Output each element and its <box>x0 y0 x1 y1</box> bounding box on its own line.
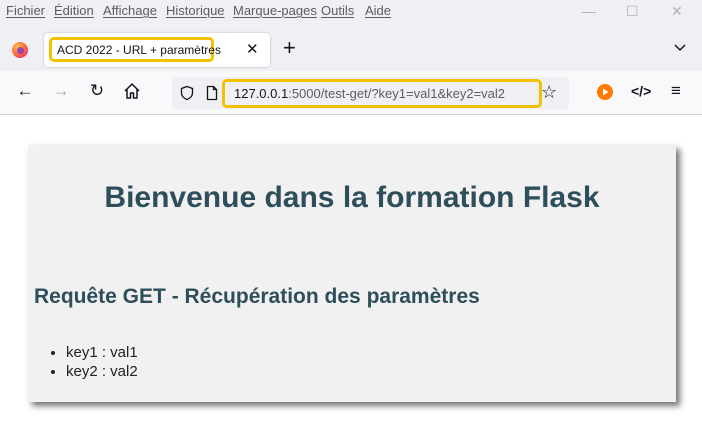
tab-bar: ACD 2022 - URL + paramètres ✕ + <box>0 28 702 71</box>
hamburger-menu-icon[interactable]: ≡ <box>666 81 686 101</box>
forward-arrow-icon[interactable]: → <box>51 81 71 101</box>
tab-title: ACD 2022 - URL + paramètres <box>57 43 221 57</box>
shield-icon[interactable] <box>179 85 195 101</box>
close-window-icon[interactable]: ✕ <box>671 3 683 20</box>
menu-fichier[interactable]: Fichier <box>6 3 45 18</box>
maximize-icon[interactable]: ☐ <box>626 3 639 20</box>
dev-tools-icon[interactable]: </> <box>631 81 651 101</box>
page-heading: Bienvenue dans la formation Flask <box>104 181 600 214</box>
content-card: Bienvenue dans la formation Flask Requêt… <box>28 145 676 402</box>
url-host: 127.0.0.1 <box>234 86 289 101</box>
home-icon[interactable] <box>122 81 142 101</box>
bookmark-star-icon[interactable]: ☆ <box>541 82 557 103</box>
back-arrow-icon[interactable]: ← <box>15 81 35 101</box>
url-bar[interactable]: 127.0.0.1:5000/test-get/?key1=val1&key2=… <box>172 77 569 109</box>
params-list: key1 : val1 key2 : val2 <box>48 343 138 381</box>
minimize-icon[interactable]: — <box>582 3 596 19</box>
menu-edition[interactable]: Édition <box>54 3 94 18</box>
menu-affichage[interactable]: Affichage <box>103 3 157 18</box>
media-play-icon[interactable] <box>597 84 613 100</box>
menu-marque-pages[interactable]: Marque-pages <box>233 3 317 18</box>
reload-icon[interactable]: ↻ <box>87 81 107 101</box>
menu-historique[interactable]: Historique <box>166 3 225 18</box>
url-path: :5000/test-get/?key1=val1&key2=val2 <box>288 86 506 101</box>
url-text[interactable]: 127.0.0.1:5000/test-get/?key1=val1&key2=… <box>234 86 505 101</box>
new-tab-plus-icon[interactable]: + <box>283 37 296 59</box>
tab-close-icon[interactable]: ✕ <box>246 40 259 58</box>
active-tab[interactable]: ACD 2022 - URL + paramètres ✕ <box>44 33 270 67</box>
menu-aide[interactable]: Aide <box>365 3 391 18</box>
page-info-icon[interactable] <box>205 85 219 101</box>
navigation-toolbar: ← → ↻ 127.0.0.1:5000/test-get/?key1=val1… <box>0 71 702 115</box>
param-item-key1: key1 : val1 <box>66 343 138 362</box>
menu-bar: Fichier Édition Affichage Historique Mar… <box>0 0 702 28</box>
page-content: Bienvenue dans la formation Flask Requêt… <box>0 115 702 428</box>
menu-outils[interactable]: Outils <box>321 3 354 18</box>
chevron-down-icon[interactable] <box>673 40 687 54</box>
section-heading: Requête GET - Récupération des paramètre… <box>34 285 480 308</box>
firefox-logo-icon[interactable] <box>12 42 28 58</box>
param-item-key2: key2 : val2 <box>66 362 138 381</box>
